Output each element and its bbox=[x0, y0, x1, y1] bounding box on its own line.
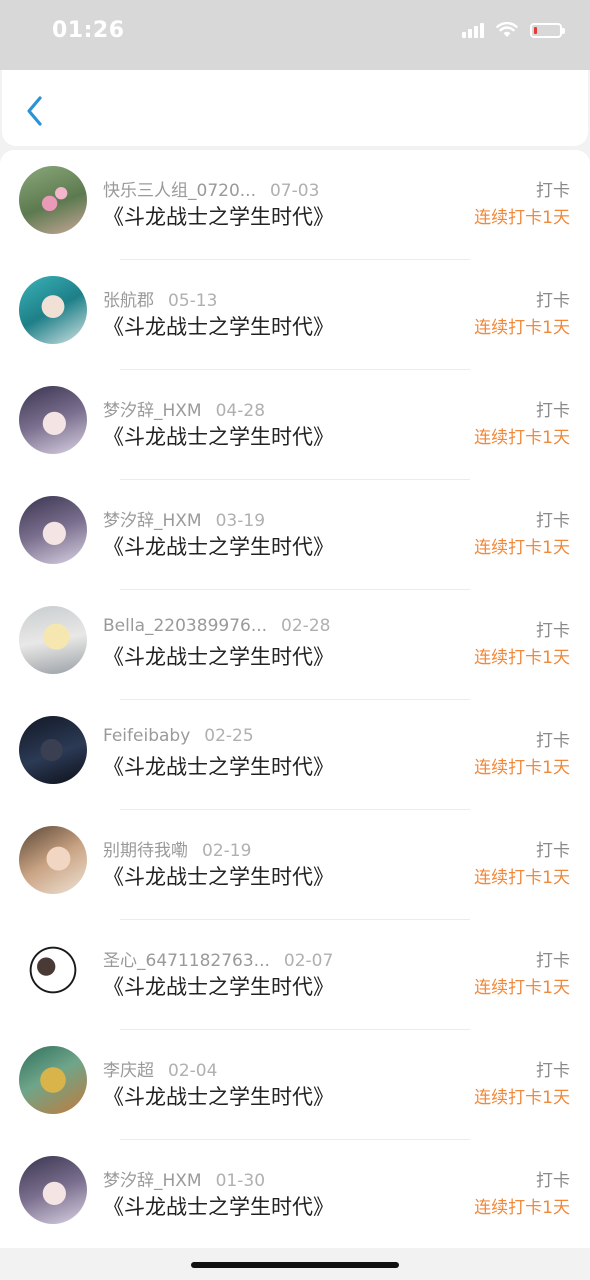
status-time: 01:26 bbox=[52, 18, 125, 43]
action-label: 打卡 bbox=[536, 291, 570, 311]
streak-label: 连续打卡1天 bbox=[474, 758, 570, 778]
checkin-list: 快乐三人组_0720... 07-03 《斗龙战士之学生时代》 打卡 连续打卡1天… bbox=[0, 150, 590, 1250]
list-item[interactable]: 圣心_6471182763... 02-07 《斗龙战士之学生时代》 打卡 连续打… bbox=[0, 920, 590, 1030]
action-label: 打卡 bbox=[536, 841, 570, 861]
item-date: 02-25 bbox=[204, 726, 254, 746]
item-title: 《斗龙战士之学生时代》 bbox=[103, 1085, 334, 1109]
user-name[interactable]: 李庆超 bbox=[103, 1061, 154, 1081]
user-name[interactable]: 梦汐辞_HXM bbox=[103, 401, 202, 421]
item-meta: Feifeibaby 02-25 bbox=[103, 726, 254, 746]
item-meta: Bella_220389976... 02-28 bbox=[103, 616, 330, 636]
status-icons bbox=[462, 22, 565, 38]
avatar[interactable] bbox=[19, 166, 87, 234]
item-date: 02-19 bbox=[202, 841, 252, 861]
item-title: 《斗龙战士之学生时代》 bbox=[103, 865, 334, 889]
action-label: 打卡 bbox=[536, 621, 570, 641]
wifi-icon bbox=[496, 22, 518, 38]
action-label: 打卡 bbox=[536, 181, 570, 201]
chevron-left-icon bbox=[27, 96, 42, 126]
item-date: 03-19 bbox=[215, 511, 266, 531]
user-name[interactable]: 快乐三人组_0720... bbox=[103, 181, 256, 201]
item-title: 《斗龙战士之学生时代》 bbox=[103, 535, 334, 559]
item-date: 02-04 bbox=[168, 1061, 218, 1081]
item-title: 《斗龙战士之学生时代》 bbox=[103, 645, 334, 669]
item-title: 《斗龙战士之学生时代》 bbox=[103, 425, 334, 449]
user-name[interactable]: 张航郡 bbox=[103, 291, 154, 311]
item-title: 《斗龙战士之学生时代》 bbox=[103, 755, 334, 779]
item-date: 07-03 bbox=[269, 181, 320, 201]
streak-label: 连续打卡1天 bbox=[474, 868, 570, 888]
item-date: 01-30 bbox=[215, 1171, 266, 1191]
streak-label: 连续打卡1天 bbox=[474, 538, 570, 558]
item-meta: 梦汐辞_HXM 01-30 bbox=[103, 1166, 265, 1191]
action-label: 打卡 bbox=[536, 511, 570, 531]
battery-icon bbox=[530, 22, 565, 38]
home-indicator[interactable] bbox=[191, 1262, 399, 1268]
avatar[interactable] bbox=[19, 1046, 87, 1114]
user-name[interactable]: Bella_220389976... bbox=[103, 616, 267, 636]
item-date: 02-28 bbox=[281, 616, 331, 636]
status-bar: 01:26 bbox=[0, 0, 590, 70]
item-title: 《斗龙战士之学生时代》 bbox=[103, 205, 334, 229]
item-date: 05-13 bbox=[168, 291, 218, 311]
action-label: 打卡 bbox=[536, 951, 570, 971]
list-item[interactable]: 别期待我嘞 02-19 《斗龙战士之学生时代》 打卡 连续打卡1天 bbox=[0, 810, 590, 920]
list-item[interactable]: 梦汐辞_HXM 04-28 《斗龙战士之学生时代》 打卡 连续打卡1天 bbox=[0, 370, 590, 480]
avatar[interactable] bbox=[19, 936, 87, 1004]
signal-icon bbox=[462, 22, 484, 38]
nav-bar bbox=[2, 70, 588, 146]
user-name[interactable]: Feifeibaby bbox=[103, 726, 190, 746]
list-item[interactable]: 梦汐辞_HXM 01-30 《斗龙战士之学生时代》 打卡 连续打卡1天 bbox=[0, 1140, 590, 1250]
back-button[interactable] bbox=[22, 94, 50, 128]
item-meta: 李庆超 02-04 bbox=[103, 1056, 217, 1081]
user-name[interactable]: 别期待我嘞 bbox=[103, 841, 188, 861]
avatar[interactable] bbox=[19, 1156, 87, 1224]
item-date: 04-28 bbox=[215, 401, 266, 421]
list-item[interactable]: Bella_220389976... 02-28 《斗龙战士之学生时代》 打卡 连… bbox=[0, 590, 590, 700]
streak-label: 连续打卡1天 bbox=[474, 318, 570, 338]
user-name[interactable]: 梦汐辞_HXM bbox=[103, 511, 202, 531]
action-label: 打卡 bbox=[536, 1061, 570, 1081]
item-meta: 梦汐辞_HXM 03-19 bbox=[103, 506, 265, 531]
streak-label: 连续打卡1天 bbox=[474, 1198, 570, 1218]
streak-label: 连续打卡1天 bbox=[474, 1088, 570, 1108]
streak-label: 连续打卡1天 bbox=[474, 648, 570, 668]
item-title: 《斗龙战士之学生时代》 bbox=[103, 1195, 334, 1219]
list-item[interactable]: 快乐三人组_0720... 07-03 《斗龙战士之学生时代》 打卡 连续打卡1天 bbox=[0, 150, 590, 260]
avatar[interactable] bbox=[19, 716, 87, 784]
list-item[interactable]: 梦汐辞_HXM 03-19 《斗龙战士之学生时代》 打卡 连续打卡1天 bbox=[0, 480, 590, 590]
avatar[interactable] bbox=[19, 826, 87, 894]
avatar[interactable] bbox=[19, 496, 87, 564]
action-label: 打卡 bbox=[536, 731, 570, 751]
streak-label: 连续打卡1天 bbox=[474, 978, 570, 998]
item-meta: 别期待我嘞 02-19 bbox=[103, 836, 251, 861]
list-item[interactable]: 张航郡 05-13 《斗龙战士之学生时代》 打卡 连续打卡1天 bbox=[0, 260, 590, 370]
item-meta: 快乐三人组_0720... 07-03 bbox=[103, 176, 319, 201]
item-meta: 圣心_6471182763... 02-07 bbox=[103, 946, 333, 971]
item-title: 《斗龙战士之学生时代》 bbox=[103, 315, 334, 339]
action-label: 打卡 bbox=[536, 1171, 570, 1191]
list-item[interactable]: 李庆超 02-04 《斗龙战士之学生时代》 打卡 连续打卡1天 bbox=[0, 1030, 590, 1140]
item-meta: 梦汐辞_HXM 04-28 bbox=[103, 396, 265, 421]
user-name[interactable]: 圣心_6471182763... bbox=[103, 951, 270, 971]
item-meta: 张航郡 05-13 bbox=[103, 286, 217, 311]
item-date: 02-07 bbox=[283, 951, 334, 971]
streak-label: 连续打卡1天 bbox=[474, 428, 570, 448]
avatar[interactable] bbox=[19, 386, 87, 454]
list-item[interactable]: Feifeibaby 02-25 《斗龙战士之学生时代》 打卡 连续打卡1天 bbox=[0, 700, 590, 810]
streak-label: 连续打卡1天 bbox=[474, 208, 570, 228]
item-title: 《斗龙战士之学生时代》 bbox=[103, 975, 334, 999]
avatar[interactable] bbox=[19, 276, 87, 344]
avatar[interactable] bbox=[19, 606, 87, 674]
user-name[interactable]: 梦汐辞_HXM bbox=[103, 1171, 202, 1191]
action-label: 打卡 bbox=[536, 401, 570, 421]
